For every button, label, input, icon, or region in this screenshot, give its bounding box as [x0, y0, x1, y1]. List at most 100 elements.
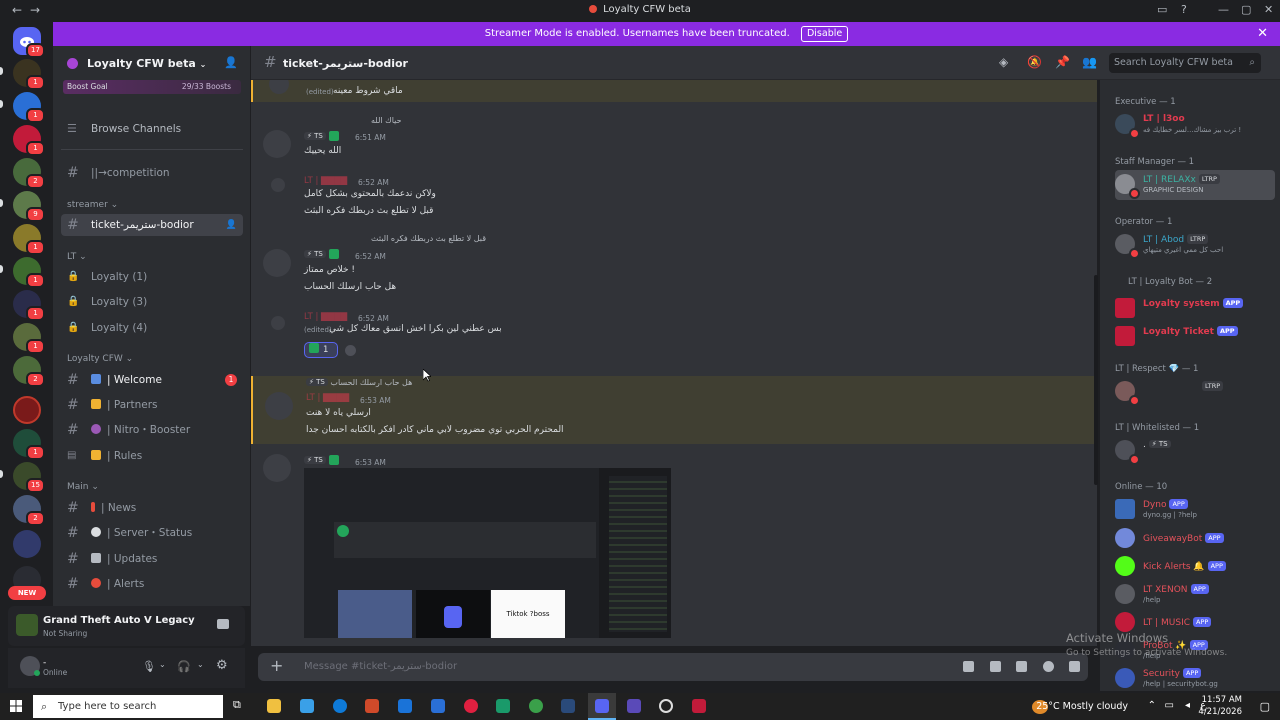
- member-item[interactable]: . ⚡ TS: [1115, 436, 1275, 466]
- chrome-icon[interactable]: [529, 699, 543, 713]
- channel-welcome[interactable]: # | Welcome 1: [61, 369, 243, 391]
- add-reaction-icon[interactable]: [345, 345, 356, 356]
- member-item[interactable]: LT XENON APP /help: [1115, 580, 1275, 610]
- office-icon[interactable]: [365, 699, 379, 713]
- server-icon[interactable]: 9: [13, 191, 45, 222]
- help-icon[interactable]: ?: [1181, 3, 1187, 16]
- add-member-icon[interactable]: 👤: [226, 214, 237, 236]
- server-name-header[interactable]: Loyalty CFW beta ⌄ 👤: [53, 46, 250, 80]
- network-icon[interactable]: ▭: [1165, 700, 1174, 711]
- chevron-up-icon[interactable]: ⌃: [1148, 700, 1156, 711]
- disable-streamer-button[interactable]: Disable: [800, 26, 849, 42]
- image-attachment[interactable]: Tiktok ?boss: [304, 468, 671, 638]
- message-composer[interactable]: + Message #ticket-ستريمر-bodior: [258, 653, 1088, 681]
- app-icon[interactable]: [692, 699, 706, 713]
- server-icon[interactable]: 15: [13, 462, 45, 493]
- gif-icon[interactable]: [990, 661, 1001, 672]
- avatar[interactable]: [263, 249, 291, 277]
- server-icon[interactable]: 1: [13, 125, 45, 156]
- chevron-down-icon[interactable]: ⌄: [197, 660, 204, 669]
- boost-goal-bar[interactable]: Boost Goal 29/33 Boosts: [63, 80, 241, 94]
- pin-icon[interactable]: 📌: [1055, 55, 1070, 69]
- server-icon[interactable]: 1: [13, 257, 45, 288]
- opera-icon[interactable]: [464, 699, 478, 713]
- volume-icon[interactable]: ◂: [1185, 700, 1190, 711]
- server-icon[interactable]: 2: [13, 158, 45, 189]
- edge-icon[interactable]: [333, 699, 347, 713]
- channel-nitro[interactable]: # | Nitro・Booster: [61, 419, 243, 441]
- server-icon[interactable]: 1: [13, 59, 45, 90]
- channel-server-status[interactable]: # | Server・Status: [61, 522, 243, 544]
- copilot-icon[interactable]: [300, 699, 314, 713]
- server-icon[interactable]: 2: [13, 356, 45, 387]
- store-icon[interactable]: [431, 699, 445, 713]
- server-icon[interactable]: 1: [13, 290, 45, 321]
- channel-competition[interactable]: # ||→competition: [61, 162, 243, 184]
- channel-updates[interactable]: # | Updates: [61, 548, 243, 570]
- clock-date[interactable]: 4/21/2026: [1198, 707, 1242, 717]
- mute-bell-icon[interactable]: 🔕: [1027, 55, 1042, 69]
- category-lt[interactable]: LT ⌄: [67, 252, 87, 262]
- app-icon[interactable]: [627, 699, 641, 713]
- channel-rules[interactable]: ▤ | Rules: [61, 445, 243, 467]
- server-icon[interactable]: 1: [13, 429, 45, 460]
- discord-taskbar-active[interactable]: [588, 693, 616, 720]
- channel-loyalty-4[interactable]: 🔒 Loyalty (4): [61, 317, 243, 339]
- screen-share-icon[interactable]: [217, 619, 229, 629]
- windows-start-icon[interactable]: [10, 700, 22, 712]
- chevron-down-icon[interactable]: ⌄: [159, 660, 166, 669]
- taskbar-search-input[interactable]: ⌕ Type here to search: [33, 695, 223, 718]
- mail-icon[interactable]: [398, 699, 412, 713]
- channel-partners[interactable]: # | Partners: [61, 394, 243, 416]
- message-input[interactable]: Message #ticket-ستريمر-bodior: [304, 661, 457, 672]
- member-item[interactable]: LT | l3oo ترب بيز مشاك...لسر خطايك فه !: [1115, 110, 1275, 140]
- member-item[interactable]: Loyalty system APP: [1115, 294, 1275, 324]
- server-icon[interactable]: 1: [13, 92, 45, 123]
- server-icon[interactable]: 2: [13, 495, 45, 526]
- server-icon[interactable]: 1: [13, 224, 45, 255]
- new-badge[interactable]: NEW: [8, 586, 46, 600]
- maximize-button[interactable]: ▢: [1241, 3, 1251, 16]
- channel-loyalty-1[interactable]: 🔒 Loyalty (1): [61, 266, 243, 288]
- threads-icon[interactable]: ◈: [999, 55, 1008, 69]
- member-item[interactable]: LT | Abod LTRP احب كل ممي اغيري متيهاي: [1115, 230, 1275, 260]
- member-list-icon[interactable]: 👥: [1082, 55, 1097, 69]
- avatar[interactable]: [263, 454, 291, 482]
- server-icon[interactable]: [13, 396, 41, 424]
- task-view-icon[interactable]: ⧉: [233, 698, 247, 712]
- member-item[interactable]: Dyno APP dyno.gg | ?help: [1115, 495, 1275, 525]
- sticker-icon[interactable]: [1016, 661, 1027, 672]
- attach-plus-icon[interactable]: +: [270, 656, 283, 675]
- channel-alerts[interactable]: # | Alerts: [61, 573, 243, 595]
- server-icon[interactable]: [13, 530, 41, 558]
- chat-scrollbar[interactable]: [1094, 275, 1098, 485]
- search-input[interactable]: Search Loyalty CFW beta ⌕: [1109, 53, 1261, 73]
- weather-text[interactable]: 25°C Mostly cloudy: [1036, 701, 1128, 712]
- browse-channels[interactable]: ☰ Browse Channels: [61, 118, 243, 140]
- steam-icon[interactable]: [561, 699, 575, 713]
- member-item[interactable]: Loyalty Ticket APP: [1115, 322, 1275, 352]
- microphone-icon[interactable]: 🎙: [142, 660, 156, 673]
- home-button[interactable]: 17: [13, 27, 45, 58]
- category-streamer[interactable]: streamer ⌄: [67, 200, 118, 210]
- add-user-icon[interactable]: 👤: [224, 56, 238, 69]
- avatar[interactable]: [271, 316, 285, 330]
- inbox-icon[interactable]: ▭: [1157, 3, 1167, 16]
- close-icon[interactable]: ✕: [1257, 22, 1268, 46]
- member-item[interactable]: LT | RELAXx LTRP GRAPHIC DESIGN: [1115, 170, 1275, 200]
- game-activity-panel[interactable]: Grand Theft Auto V Legacy Not Sharing: [8, 606, 245, 646]
- settings-gear-icon[interactable]: ⚙: [216, 658, 228, 673]
- channel-news[interactable]: # | News: [61, 497, 243, 519]
- category-main[interactable]: Main ⌄: [67, 482, 99, 492]
- app-icon[interactable]: [496, 699, 510, 713]
- channel-ticket-active[interactable]: # ticket-ستريمر-bodior 👤: [61, 214, 243, 236]
- member-item[interactable]: Kick Alerts 🔔 APP: [1115, 552, 1275, 582]
- category-loyalty-cfw[interactable]: Loyalty CFW ⌄: [67, 354, 133, 364]
- file-explorer-icon[interactable]: [267, 699, 281, 713]
- emoji-icon[interactable]: [1043, 661, 1054, 672]
- member-item[interactable]: LTRP: [1115, 377, 1275, 407]
- gift-icon[interactable]: [963, 661, 974, 672]
- close-window-button[interactable]: ✕: [1264, 3, 1273, 16]
- notification-icon[interactable]: ▢: [1260, 700, 1270, 713]
- channel-loyalty-3[interactable]: 🔒 Loyalty (3): [61, 291, 243, 313]
